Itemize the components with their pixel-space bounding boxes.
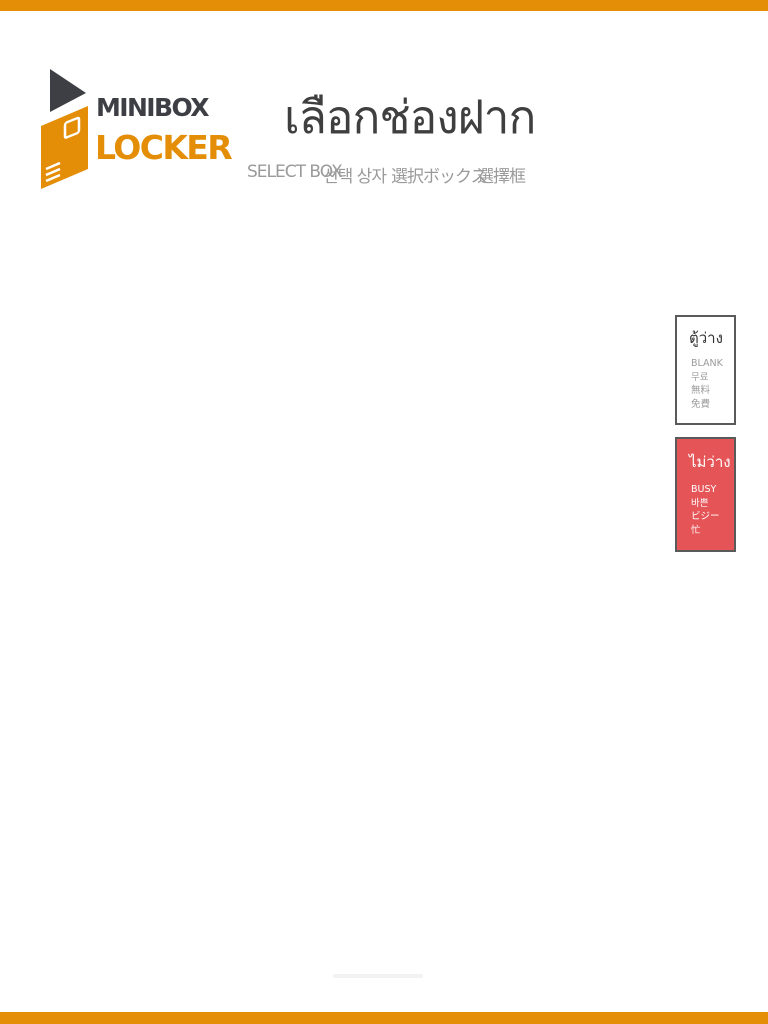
legend-blank-label: 무료 — [691, 371, 709, 383]
legend-blank-label: 無料 — [691, 385, 711, 396]
legend-blank-labels: BLANK 무료 無料 免費 — [691, 357, 723, 411]
legend-blank-title: ตู้ว่าง — [689, 329, 723, 347]
select-box-screen: MINIBOX LOCKER เลือกช่องฝาก SELECT BOX 선… — [0, 0, 768, 1024]
locker-icon — [41, 69, 88, 189]
page-title: เลือกช่องฝาก — [284, 90, 536, 144]
bottom-accent-bar — [0, 1012, 768, 1024]
legend-busy-label: 바쁜 — [691, 497, 709, 509]
logo-text-locker: LOCKER — [95, 128, 233, 167]
logo-text-minibox: MINIBOX — [96, 93, 210, 122]
legend-busy-label: 忙 — [691, 524, 701, 536]
top-accent-bar — [0, 0, 768, 11]
legend-busy-label: BUSY — [691, 484, 717, 495]
subtitle-korean: 선택 상자 — [323, 167, 387, 187]
legend-busy-label: ビジー — [691, 511, 720, 522]
subtitle-chinese: 選擇框 — [477, 167, 526, 187]
legend-busy-labels: BUSY 바쁜 ビジー 忙 — [691, 483, 720, 537]
legend-busy: ไม่ว่าง BUSY 바쁜 ビジー 忙 — [675, 437, 736, 552]
legend-blank-label: BLANK — [691, 358, 723, 369]
home-indicator[interactable] — [333, 974, 423, 978]
legend-blank-label: 免費 — [691, 398, 711, 410]
legend-blank: ตู้ว่าง BLANK 무료 無料 免費 — [675, 315, 736, 425]
legend-busy-title: ไม่ว่าง — [689, 453, 731, 471]
minibox-locker-logo: MINIBOX LOCKER — [38, 66, 233, 192]
subtitle-japanese: 選択ボックス — [391, 167, 487, 187]
